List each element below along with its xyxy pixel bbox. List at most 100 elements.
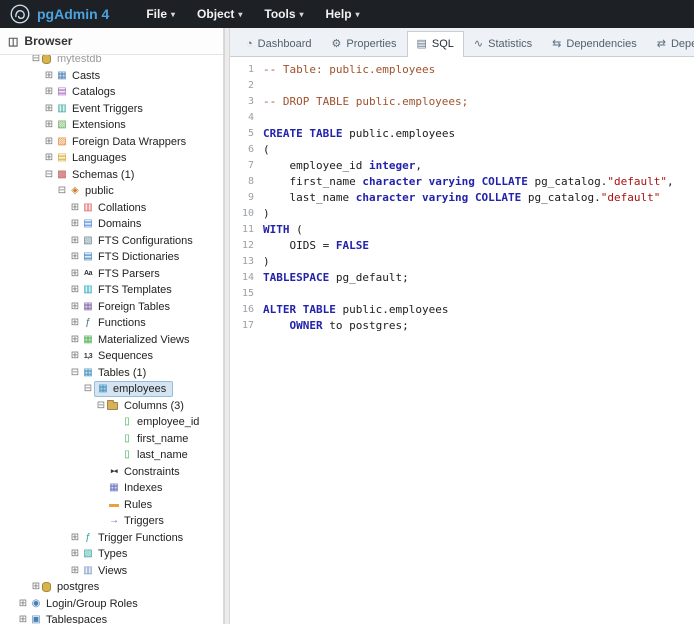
tree-item-triggers[interactable]: →Triggers <box>0 513 223 530</box>
expand-toggle-icon[interactable]: ⊟ <box>30 55 42 64</box>
tree-item-label: employee_id <box>134 416 202 428</box>
sql-editor[interactable]: 1-- Table: public.employees23-- DROP TAB… <box>230 57 694 624</box>
tree-item-casts[interactable]: ⊞▦Casts <box>0 68 223 85</box>
expand-toggle-icon[interactable]: ⊞ <box>69 285 81 295</box>
tree-item-catalogs[interactable]: ⊞▤Catalogs <box>0 84 223 101</box>
expand-toggle-icon[interactable]: ⊞ <box>43 104 55 114</box>
menu-file[interactable]: File▾ <box>135 3 186 25</box>
login-group-roles-icon: ◉ <box>29 599 43 609</box>
tree-item-foreign-data-wrappers[interactable]: ⊞▨Foreign Data Wrappers <box>0 134 223 151</box>
tree-item-constraints[interactable]: ▸◂Constraints <box>0 464 223 481</box>
tree-item-employee-id[interactable]: ▯employee_id <box>0 414 223 431</box>
expand-toggle-icon[interactable]: ⊞ <box>69 335 81 345</box>
menu-label: Help <box>326 7 352 21</box>
menu-tools[interactable]: Tools▾ <box>253 3 314 25</box>
tree-item-fts-parsers[interactable]: ⊞AaFTS Parsers <box>0 266 223 283</box>
expand-toggle-icon[interactable]: ⊞ <box>69 236 81 246</box>
tree-item-label: first_name <box>134 433 191 445</box>
tree-item-sequences[interactable]: ⊞1,3Sequences <box>0 348 223 365</box>
tree-item-columns-3[interactable]: ⊟Columns (3) <box>0 398 223 415</box>
tables-icon: ▦ <box>81 368 95 378</box>
tree-item-collations[interactable]: ⊞▥Collations <box>0 200 223 217</box>
tree-item-login-group-roles[interactable]: ⊞◉Login/Group Roles <box>0 596 223 613</box>
content-panel: ◔Dashboard⚙Properties▤SQL∿Statistics⇆Dep… <box>230 28 694 624</box>
tree-item-tables-1[interactable]: ⊟▦Tables (1) <box>0 365 223 382</box>
browser-panel-title: Browser <box>24 34 72 48</box>
expand-toggle-icon[interactable]: ⊞ <box>69 252 81 262</box>
tree-item-employees[interactable]: ⊟▦employees <box>0 381 223 398</box>
tree-item-indexes[interactable]: ▦Indexes <box>0 480 223 497</box>
tab-sql[interactable]: ▤SQL <box>407 31 464 57</box>
tree-item-event-triggers[interactable]: ⊞▥Event Triggers <box>0 101 223 118</box>
tree-item-public[interactable]: ⊟◈public <box>0 183 223 200</box>
expand-toggle-icon[interactable]: ⊟ <box>56 186 68 196</box>
tree-item-views[interactable]: ⊞▥Views <box>0 563 223 580</box>
code-text: CREATE TABLE public.employees <box>263 126 455 142</box>
tree-item-foreign-tables[interactable]: ⊞▦Foreign Tables <box>0 299 223 316</box>
tree-item-postgres[interactable]: ⊞postgres <box>0 579 223 596</box>
expand-toggle-icon[interactable]: ⊞ <box>43 153 55 163</box>
functions-icon: ƒ <box>81 318 95 328</box>
tree-item-materialized-views[interactable]: ⊞▦Materialized Views <box>0 332 223 349</box>
tab-dependents[interactable]: ⇄Dependents <box>647 31 694 56</box>
expand-toggle-icon[interactable]: ⊞ <box>69 566 81 576</box>
expand-toggle-icon[interactable]: ⊞ <box>69 533 81 543</box>
expand-toggle-icon[interactable]: ⊞ <box>43 120 55 130</box>
expand-toggle-icon[interactable]: ⊞ <box>17 599 29 609</box>
tab-label: SQL <box>432 38 454 50</box>
tree-item-domains[interactable]: ⊞▤Domains <box>0 216 223 233</box>
object-tree: ⊟mytestdb⊞▦Casts⊞▤Catalogs⊞▥Event Trigge… <box>0 55 223 624</box>
tab-label: Statistics <box>488 38 532 50</box>
tab-dependencies[interactable]: ⇆Dependencies <box>542 31 647 56</box>
expand-toggle-icon[interactable]: ⊞ <box>69 219 81 229</box>
expand-toggle-icon[interactable]: ⊟ <box>69 368 81 378</box>
expand-toggle-icon[interactable]: ⊟ <box>95 401 107 411</box>
tab-label: Dependencies <box>566 38 636 50</box>
tree-item-types[interactable]: ⊞▧Types <box>0 546 223 563</box>
trigger-functions-icon: ƒ <box>81 533 95 543</box>
tab-properties[interactable]: ⚙Properties <box>321 31 406 56</box>
tree-item-fts-dictionaries[interactable]: ⊞▤FTS Dictionaries <box>0 249 223 266</box>
expand-toggle-icon[interactable]: ⊞ <box>30 582 42 592</box>
tree-item-fts-configurations[interactable]: ⊞▧FTS Configurations <box>0 233 223 250</box>
tab-statistics[interactable]: ∿Statistics <box>464 31 542 56</box>
tree-item-label: FTS Dictionaries <box>95 251 182 263</box>
tree-item-tablespaces[interactable]: ⊞▣Tablespaces <box>0 612 223 624</box>
expand-toggle-icon[interactable]: ⊞ <box>69 203 81 213</box>
database-icon <box>42 582 51 592</box>
menu-object[interactable]: Object▾ <box>186 3 253 25</box>
menu-help[interactable]: Help▾ <box>315 3 371 25</box>
tree-item-fts-templates[interactable]: ⊞▥FTS Templates <box>0 282 223 299</box>
tree-item-label: Functions <box>95 317 149 329</box>
tree-item-extensions[interactable]: ⊞▧Extensions <box>0 117 223 134</box>
tree-item-languages[interactable]: ⊞▤Languages <box>0 150 223 167</box>
tree-item-last-name[interactable]: ▯last_name <box>0 447 223 464</box>
tree-item-trigger-functions[interactable]: ⊞ƒTrigger Functions <box>0 530 223 547</box>
expand-toggle-icon[interactable]: ⊞ <box>43 71 55 81</box>
expand-toggle-icon[interactable]: ⊟ <box>82 384 94 394</box>
tree-item-rules[interactable]: ▬Rules <box>0 497 223 514</box>
line-number: 8 <box>230 174 263 190</box>
expand-toggle-icon[interactable]: ⊞ <box>69 351 81 361</box>
tree-item-label: last_name <box>134 449 191 461</box>
code-text: last_name character varying COLLATE pg_c… <box>263 190 660 206</box>
tree-item-schemas-1[interactable]: ⊟▩Schemas (1) <box>0 167 223 184</box>
expand-toggle-icon[interactable]: ⊟ <box>43 170 55 180</box>
expand-toggle-icon[interactable]: ⊞ <box>17 615 29 624</box>
tree-item-first-name[interactable]: ▯first_name <box>0 431 223 448</box>
tree-item-label: Login/Group Roles <box>43 598 141 610</box>
tab-dashboard[interactable]: ◔Dashboard <box>236 32 321 56</box>
expand-toggle-icon[interactable]: ⊞ <box>69 549 81 559</box>
menu-label: File <box>146 7 167 21</box>
expand-toggle-icon[interactable]: ⊞ <box>43 87 55 97</box>
tree-item-functions[interactable]: ⊞ƒFunctions <box>0 315 223 332</box>
expand-toggle-icon[interactable]: ⊞ <box>43 137 55 147</box>
expand-toggle-icon[interactable]: ⊞ <box>69 269 81 279</box>
line-number: 7 <box>230 158 263 174</box>
types-icon: ▧ <box>81 549 95 559</box>
tree-item-mytestdb[interactable]: ⊟mytestdb <box>0 55 223 68</box>
tree-item-label: public <box>82 185 117 197</box>
expand-toggle-icon[interactable]: ⊞ <box>69 318 81 328</box>
tree-item-label: Schemas (1) <box>69 169 137 181</box>
expand-toggle-icon[interactable]: ⊞ <box>69 302 81 312</box>
